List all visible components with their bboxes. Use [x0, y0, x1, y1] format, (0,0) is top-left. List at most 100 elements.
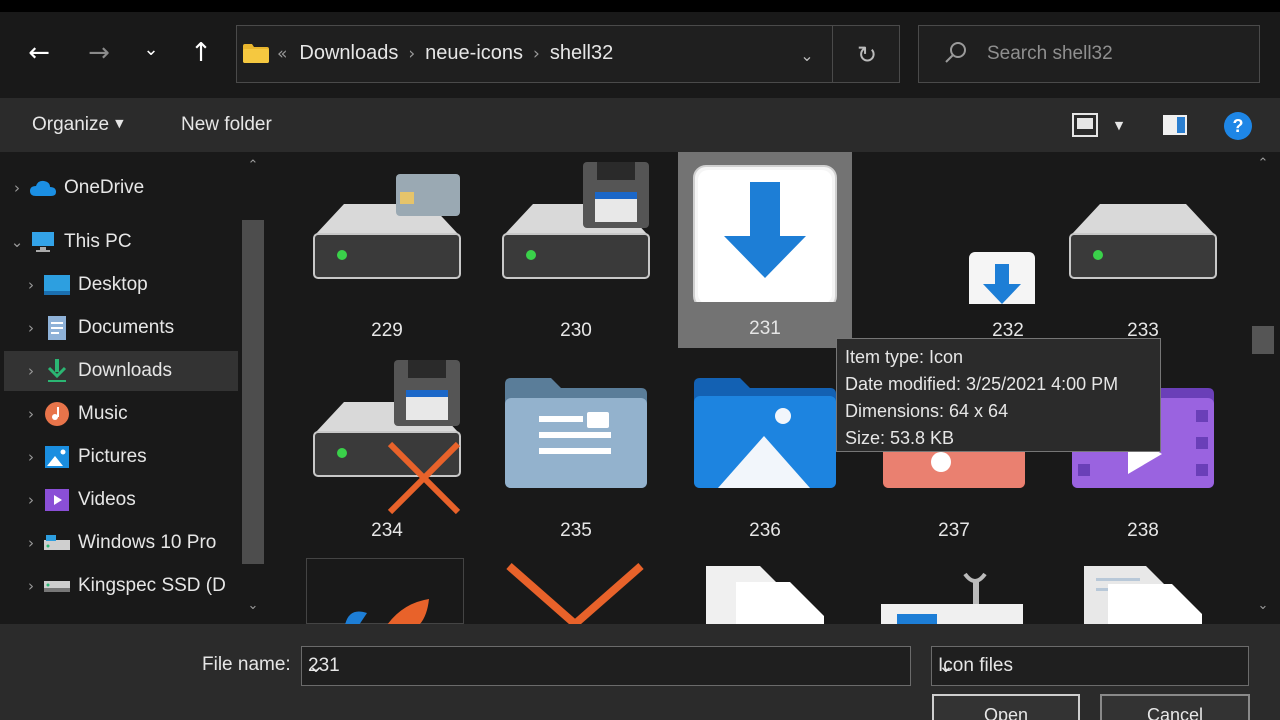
refresh-button[interactable]: ↻ [852, 40, 882, 70]
search-icon [945, 42, 966, 63]
new-folder-button[interactable]: New folder [181, 114, 272, 136]
scroll-up-icon[interactable]: ⌃ [240, 158, 266, 173]
title-strip [0, 0, 1280, 12]
sidebar-item-pictures[interactable]: › Pictures [18, 437, 238, 477]
navigation-bar: ← → ⌄ ↑ « Downloads › neue-icons › shell32 ⌄ … [0, 12, 1280, 98]
content-scrollbar[interactable]: ⌃ ⌄ [1248, 152, 1278, 624]
sidebar-item-label: OneDrive [64, 177, 145, 198]
scroll-down-icon[interactable]: ⌄ [240, 598, 266, 613]
file-item-234[interactable]: 234 [300, 354, 474, 550]
file-item-236[interactable]: 236 [678, 354, 852, 550]
file-item-229[interactable]: 229 [300, 154, 474, 350]
chevron-down-icon[interactable]: ⌄ [938, 655, 1238, 677]
address-bar[interactable]: « Downloads › neue-icons › shell32 ⌄ ↻ [236, 25, 900, 83]
sidebar-item-windows-10-pro[interactable]: › Windows 10 Pro [18, 523, 238, 563]
chevron-right-icon[interactable]: › [18, 319, 44, 337]
file-open-dialog: ← → ⌄ ↑ « Downloads › neue-icons › shell32 ⌄ … [0, 0, 1280, 720]
file-item-partial[interactable] [678, 558, 852, 624]
file-name: 229 [371, 320, 403, 341]
file-name: 237 [938, 520, 970, 541]
preview-pane-button[interactable] [1160, 110, 1190, 140]
organize-button[interactable]: Organize ▼ [32, 114, 124, 136]
chevron-right-icon[interactable]: › [18, 491, 44, 509]
cancel-button[interactable]: Cancel [1100, 694, 1250, 720]
scroll-up-icon[interactable]: ⌃ [1250, 156, 1276, 171]
file-name: 238 [1127, 520, 1159, 541]
chevron-right-icon[interactable]: › [18, 448, 44, 466]
file-item-partial[interactable] [867, 558, 1041, 624]
sidebar-item-onedrive[interactable]: › OneDrive [4, 168, 238, 208]
breadcrumb: « Downloads › neue-icons › shell32 [277, 42, 613, 65]
view-icon [1072, 113, 1098, 137]
sidebar-item-label: Desktop [78, 274, 148, 295]
breadcrumb-shell32[interactable]: shell32 [550, 42, 613, 64]
file-item-233[interactable]: 233 [1056, 154, 1230, 350]
chevron-right-icon[interactable]: › [18, 534, 44, 552]
scroll-down-icon[interactable]: ⌄ [1250, 598, 1276, 613]
sidebar-item-this-pc[interactable]: ⌄ This PC [4, 222, 238, 262]
monitor-icon [30, 231, 56, 253]
breadcrumb-separator[interactable]: › [408, 44, 415, 64]
contact-folder-icon [505, 378, 647, 488]
file-type-select[interactable]: Icon files ⌄ [931, 646, 1249, 686]
file-item-235[interactable]: 235 [489, 354, 663, 550]
recent-locations-button[interactable]: ⌄ [134, 32, 168, 66]
forward-button[interactable]: → [82, 36, 116, 70]
desktop-icon [44, 274, 70, 296]
up-arrow-icon: ↑ [190, 38, 212, 68]
chevron-down-icon[interactable]: ⌄ [308, 655, 900, 677]
file-name-field[interactable]: 231 ⌄ [301, 646, 911, 686]
back-button[interactable]: ← [22, 36, 56, 70]
pictures-icon [44, 446, 70, 468]
file-item-232[interactable]: 232 [867, 154, 1041, 350]
search-box[interactable]: Search shell32 [918, 25, 1260, 83]
file-name: 230 [560, 320, 592, 341]
file-item-partial[interactable] [306, 558, 464, 624]
download-small-icon [969, 252, 1035, 304]
breadcrumb-neue-icons[interactable]: neue-icons [425, 42, 523, 64]
file-item-230[interactable]: 230 [489, 154, 663, 350]
sidebar-item-music[interactable]: › Music [18, 394, 238, 434]
help-button[interactable]: ? [1224, 112, 1252, 140]
address-dropdown-button[interactable]: ⌄ [792, 42, 822, 68]
sidebar-item-videos[interactable]: › Videos [18, 480, 238, 520]
error-cross-icon [506, 562, 644, 624]
chevron-right-icon[interactable]: › [18, 577, 44, 595]
drive-sim-card-icon [313, 174, 461, 279]
navigation-pane: › OneDrive ⌄ This PC › Desktop › Documen… [0, 152, 270, 624]
drive-floppy-icon [502, 162, 650, 279]
chevron-down-icon[interactable]: ⌄ [4, 233, 30, 251]
sidebar-item-downloads[interactable]: › Downloads [4, 351, 238, 391]
sidebar-item-desktop[interactable]: › Desktop [18, 265, 238, 305]
scrollbar-thumb[interactable] [1252, 326, 1274, 354]
sidebar-item-label: Downloads [78, 360, 172, 381]
file-item-partial[interactable] [1056, 558, 1230, 624]
search-placeholder: Search shell32 [987, 43, 1113, 64]
music-icon [44, 402, 70, 426]
chevron-right-icon[interactable]: › [4, 179, 30, 197]
file-info-tooltip: Item type: Icon Date modified: 3/25/2021… [836, 338, 1161, 452]
chevron-right-icon[interactable]: › [18, 362, 44, 380]
sidebar-item-label: Videos [78, 489, 136, 510]
scrollbar-thumb[interactable] [242, 220, 264, 564]
breadcrumb-separator[interactable]: › [533, 44, 540, 64]
sidebar-item-kingspec-ssd[interactable]: › Kingspec SSD (D [18, 566, 238, 606]
up-button[interactable]: ↑ [184, 36, 218, 70]
sidebar-item-documents[interactable]: › Documents [18, 308, 238, 348]
change-view-button[interactable] [1070, 110, 1100, 140]
navigation-scrollbar[interactable]: ⌃ ⌄ [240, 152, 266, 624]
sidebar-item-label: Documents [78, 317, 175, 338]
open-button[interactable]: Open [932, 694, 1080, 720]
file-item-partial[interactable] [489, 558, 663, 624]
file-name: 236 [749, 520, 781, 541]
caret-down-icon: ▼ [1114, 118, 1124, 132]
drive-icon [1069, 204, 1217, 279]
file-name: 231 [749, 318, 781, 339]
breadcrumb-overflow[interactable]: « [277, 44, 287, 64]
view-options-dropdown[interactable]: ▼ [1108, 110, 1130, 140]
breadcrumb-downloads[interactable]: Downloads [299, 42, 398, 64]
chevron-right-icon[interactable]: › [18, 405, 44, 423]
file-item-231[interactable]: 231 [678, 152, 852, 348]
sidebar-item-label: Kingspec SSD (D [78, 575, 226, 596]
chevron-right-icon[interactable]: › [18, 276, 44, 294]
